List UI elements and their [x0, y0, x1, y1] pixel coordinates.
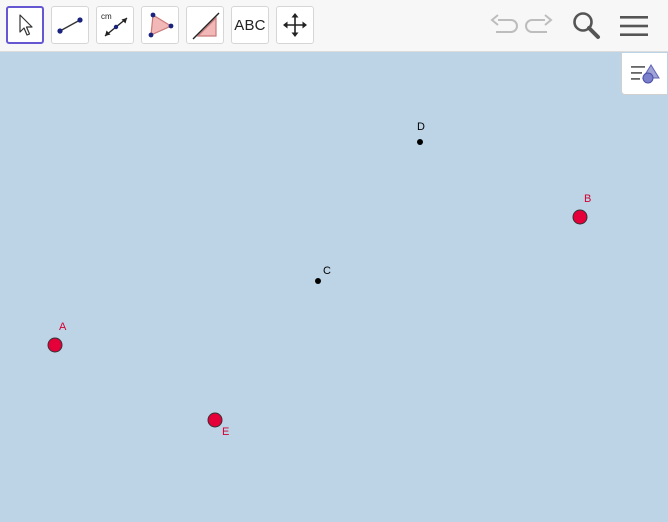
point-e[interactable] [207, 412, 223, 428]
polygon-tool-button[interactable] [141, 6, 179, 44]
point-d[interactable] [417, 139, 423, 145]
style-bar-icon [630, 63, 660, 83]
menu-icon [620, 16, 648, 36]
segment-icon [57, 17, 83, 34]
point-c[interactable] [315, 278, 321, 284]
move-view-icon [283, 13, 307, 37]
search-icon [573, 12, 600, 39]
text-icon: ABC [234, 16, 266, 34]
move-tool-button[interactable] [6, 6, 44, 44]
distance-ruler-icon: cm [101, 12, 128, 37]
point-b[interactable] [572, 209, 588, 225]
undo-icon [490, 14, 518, 33]
text-tool-button[interactable]: ABC [231, 6, 269, 44]
point-e-label[interactable]: E [222, 427, 229, 438]
segment-tool-button[interactable] [51, 6, 89, 44]
slope-triangle-icon [192, 12, 220, 40]
point-c-label[interactable]: C [323, 266, 331, 277]
point-a[interactable] [47, 337, 63, 353]
polygon-icon [148, 12, 174, 38]
main-menu-button[interactable] [616, 8, 652, 44]
toolbar: cm ABC [0, 0, 668, 52]
style-bar-toggle-button[interactable] [621, 53, 667, 95]
point-b-label[interactable]: B [584, 194, 591, 205]
graphics-view[interactable]: A B C D E [0, 52, 668, 522]
search-button[interactable] [568, 8, 604, 44]
redo-button[interactable] [522, 8, 558, 44]
redo-icon [525, 14, 553, 33]
slope-tool-button[interactable] [186, 6, 224, 44]
point-d-label[interactable]: D [417, 122, 425, 133]
move-view-tool-button[interactable] [276, 6, 314, 44]
undo-button[interactable] [485, 8, 521, 44]
distance-tool-button[interactable]: cm [96, 6, 134, 44]
pointer-arrow-icon [19, 14, 33, 36]
point-a-label[interactable]: A [59, 322, 66, 333]
distance-badge: cm [101, 12, 112, 21]
